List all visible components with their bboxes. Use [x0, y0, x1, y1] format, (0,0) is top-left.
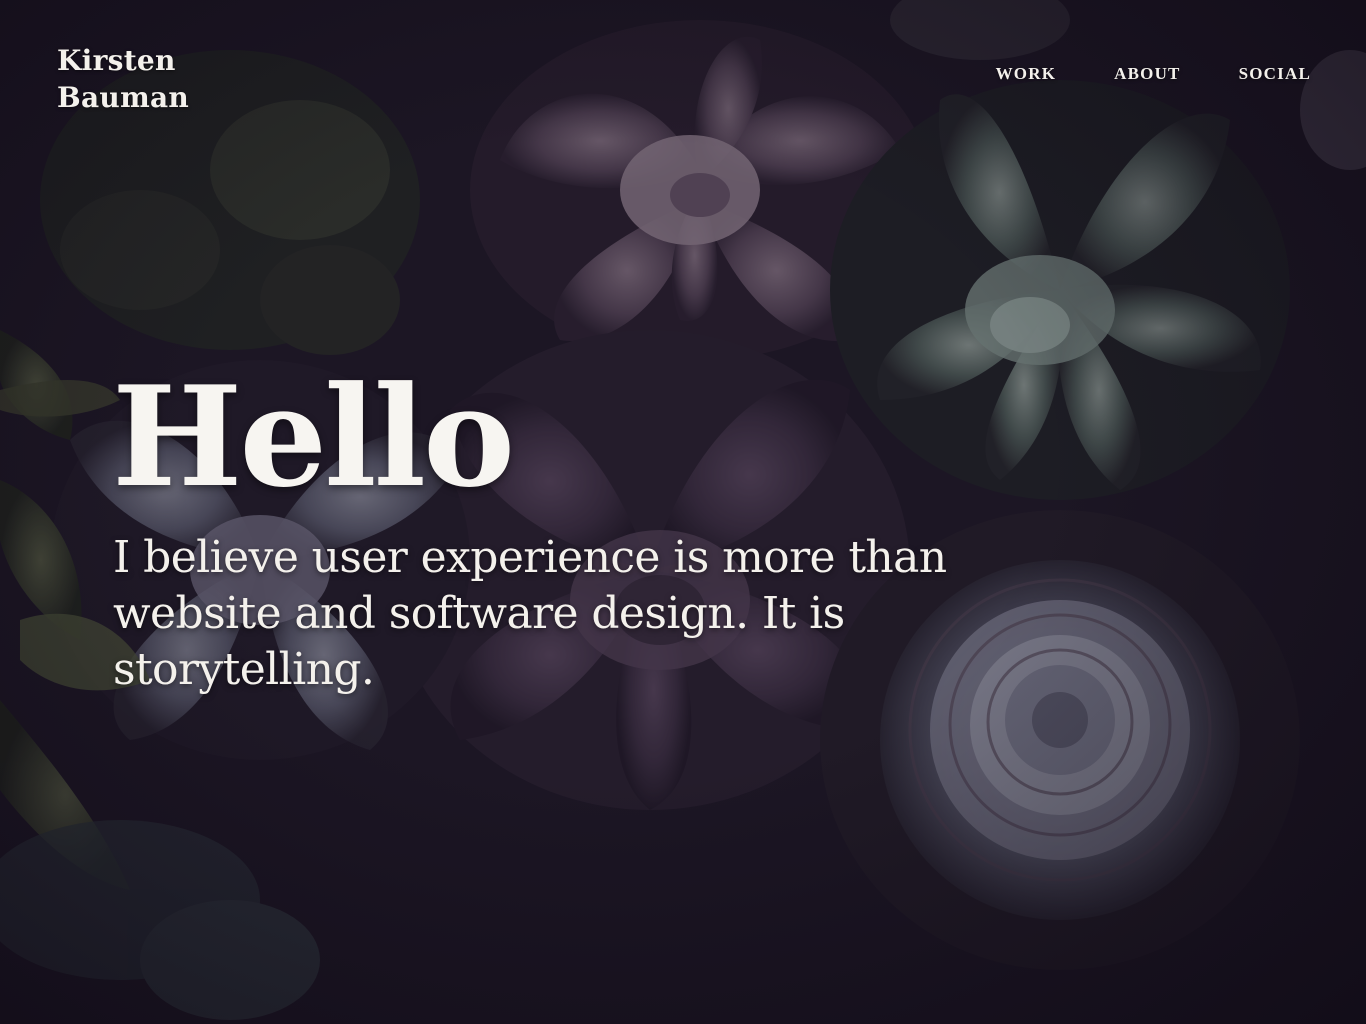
- nav-link-social[interactable]: SOCIAL: [1239, 64, 1311, 84]
- landing-page: Kirsten Bauman WORK ABOUT SOCIAL Hello I…: [0, 0, 1366, 1024]
- nav-link-about[interactable]: ABOUT: [1114, 64, 1180, 84]
- hero-tagline: I believe user experience is more than w…: [113, 532, 947, 695]
- main-nav: WORK ABOUT SOCIAL: [996, 64, 1311, 84]
- brand-first-name: Kirsten: [57, 44, 176, 77]
- site-logo[interactable]: Kirsten Bauman: [57, 42, 189, 116]
- nav-link-work[interactable]: WORK: [996, 64, 1057, 84]
- hero-title: Hello: [112, 355, 515, 518]
- brand-last-name: Bauman: [57, 81, 190, 114]
